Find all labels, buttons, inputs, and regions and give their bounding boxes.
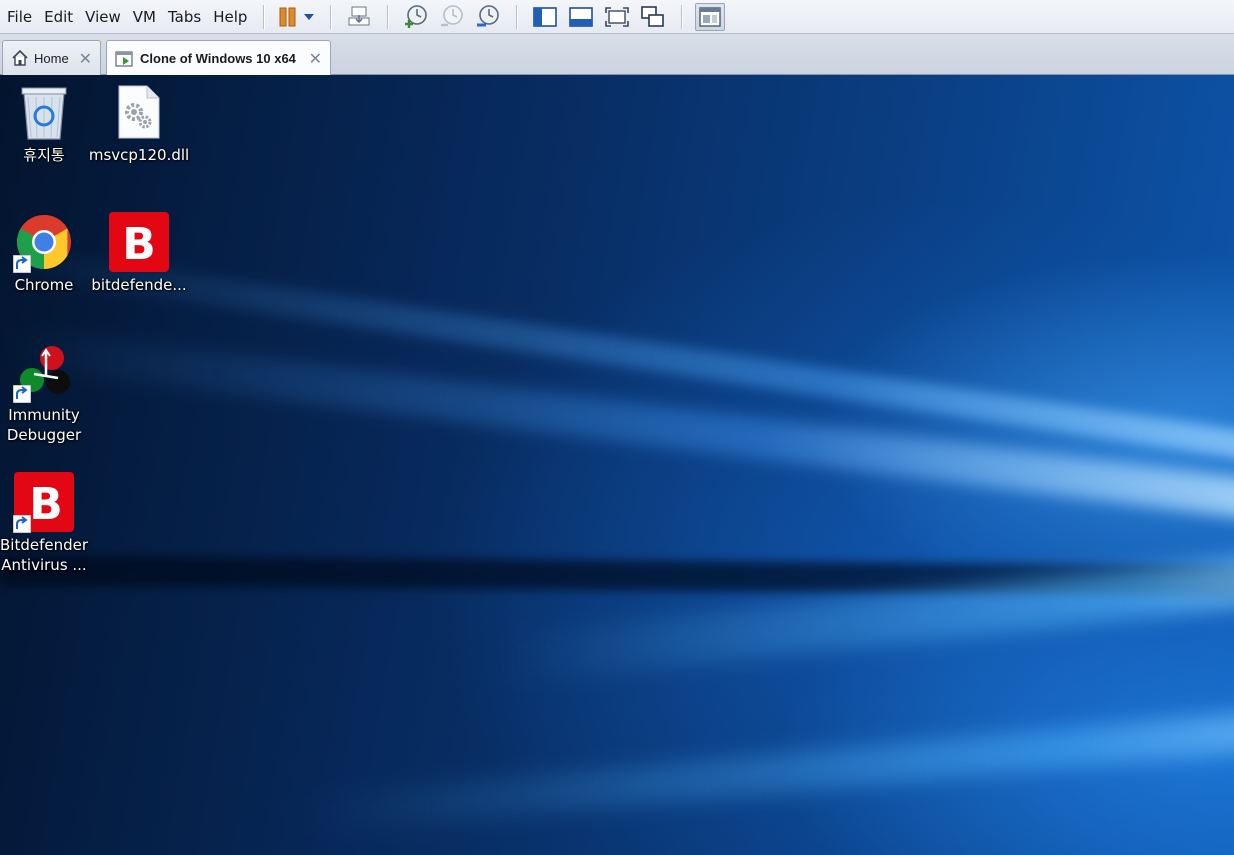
desktop-icon-bitdefender-antivirus[interactable]: B Bitdefender Antivirus ... xyxy=(0,471,90,575)
svg-text:B: B xyxy=(122,219,156,270)
desktop-icon-recycle-bin[interactable]: 휴지통 xyxy=(0,81,90,165)
menu-help[interactable]: Help xyxy=(207,5,253,29)
revert-snapshot-button[interactable] xyxy=(437,3,467,31)
shortcut-arrow-icon xyxy=(13,385,31,403)
close-tab-icon[interactable]: ✕ xyxy=(309,49,322,69)
desktop-icon-label: Bitdefender Antivirus ... xyxy=(0,536,89,574)
close-tab-icon[interactable]: ✕ xyxy=(79,49,92,69)
revert-snapshot-icon xyxy=(441,4,464,26)
home-icon xyxy=(11,49,29,67)
full-screen-icon xyxy=(605,6,630,27)
menu-tabs[interactable]: Tabs xyxy=(162,5,207,29)
take-snapshot-icon xyxy=(405,4,428,28)
desktop-icon-immunity-debugger[interactable]: Immunity Debugger xyxy=(0,341,90,445)
bitdefender-icon: B xyxy=(13,471,75,533)
dropdown-arrow-icon xyxy=(304,13,315,20)
show-library-icon xyxy=(533,6,558,27)
desktop-icon-label: bitdefende... xyxy=(91,276,187,294)
manage-snapshots-button[interactable] xyxy=(473,3,503,31)
menu-vm[interactable]: VM xyxy=(127,5,162,29)
show-library-button[interactable] xyxy=(530,3,560,31)
send-ctrl-alt-del-button[interactable] xyxy=(344,3,374,31)
unity-icon xyxy=(641,5,665,27)
svg-text:B: B xyxy=(29,479,63,530)
tab-home-label: Home xyxy=(34,50,69,66)
pause-icon xyxy=(279,7,296,26)
tab-vm-label: Clone of Windows 10 x64 xyxy=(140,51,296,66)
manage-snapshots-icon xyxy=(477,4,500,26)
tab-vm-clone[interactable]: Clone of Windows 10 x64 ✕ xyxy=(106,40,331,76)
vm-desktop[interactable]: 휴지통 msvcp120.dll Chrome B bitdefende... … xyxy=(0,75,1234,855)
console-view-button[interactable] xyxy=(695,2,726,31)
wallpaper-beam xyxy=(300,699,1234,835)
toolbar-separator xyxy=(330,4,332,29)
desktop-icon-chrome[interactable]: Chrome xyxy=(0,211,90,295)
take-snapshot-button[interactable] xyxy=(401,3,431,31)
dll-file-icon xyxy=(108,81,170,143)
wallpaper-beam xyxy=(500,540,1234,685)
desktop-icon-bitdefender[interactable]: B bitdefende... xyxy=(91,211,187,295)
full-screen-button[interactable] xyxy=(602,3,632,31)
desktop-icon-label: msvcp120.dll xyxy=(88,146,190,164)
menu-view[interactable]: View xyxy=(79,5,127,29)
shortcut-arrow-icon xyxy=(13,255,31,273)
show-thumbnail-bar-button[interactable] xyxy=(566,3,596,31)
console-view-icon xyxy=(699,6,722,27)
vm-running-icon xyxy=(115,50,135,68)
show-thumbnail-bar-icon xyxy=(569,6,594,27)
chrome-icon xyxy=(13,211,75,273)
recycle-bin-icon xyxy=(13,81,75,143)
power-menu-dropdown[interactable] xyxy=(301,3,317,31)
wallpaper-beam xyxy=(0,555,1234,598)
tab-bar: Home ✕ Clone of Windows 10 x64 ✕ xyxy=(0,34,1234,76)
desktop-icon-label: Immunity Debugger xyxy=(6,406,82,444)
desktop-icon-label: 휴지통 xyxy=(23,146,65,164)
pause-button[interactable] xyxy=(277,3,299,31)
toolbar-separator xyxy=(681,4,683,29)
desktop-icon-label: Chrome xyxy=(14,276,74,294)
toolbar-separator xyxy=(263,4,265,29)
shortcut-arrow-icon xyxy=(13,515,31,533)
immunity-debugger-icon xyxy=(13,341,75,403)
desktop-icon-msvcp120-dll[interactable]: msvcp120.dll xyxy=(89,81,189,165)
bitdefender-icon: B xyxy=(108,211,170,273)
wallpaper-beam xyxy=(0,325,1234,536)
send-ctrl-alt-del-icon xyxy=(348,6,370,25)
menu-edit[interactable]: Edit xyxy=(38,5,79,29)
toolbar-separator xyxy=(516,4,518,29)
toolbar-separator xyxy=(387,4,389,29)
unity-button[interactable] xyxy=(638,3,668,31)
tab-home[interactable]: Home ✕ xyxy=(2,40,101,75)
menu-file[interactable]: File xyxy=(0,5,38,29)
menu-toolbar-bar: File Edit View VM Tabs Help xyxy=(0,0,1234,34)
